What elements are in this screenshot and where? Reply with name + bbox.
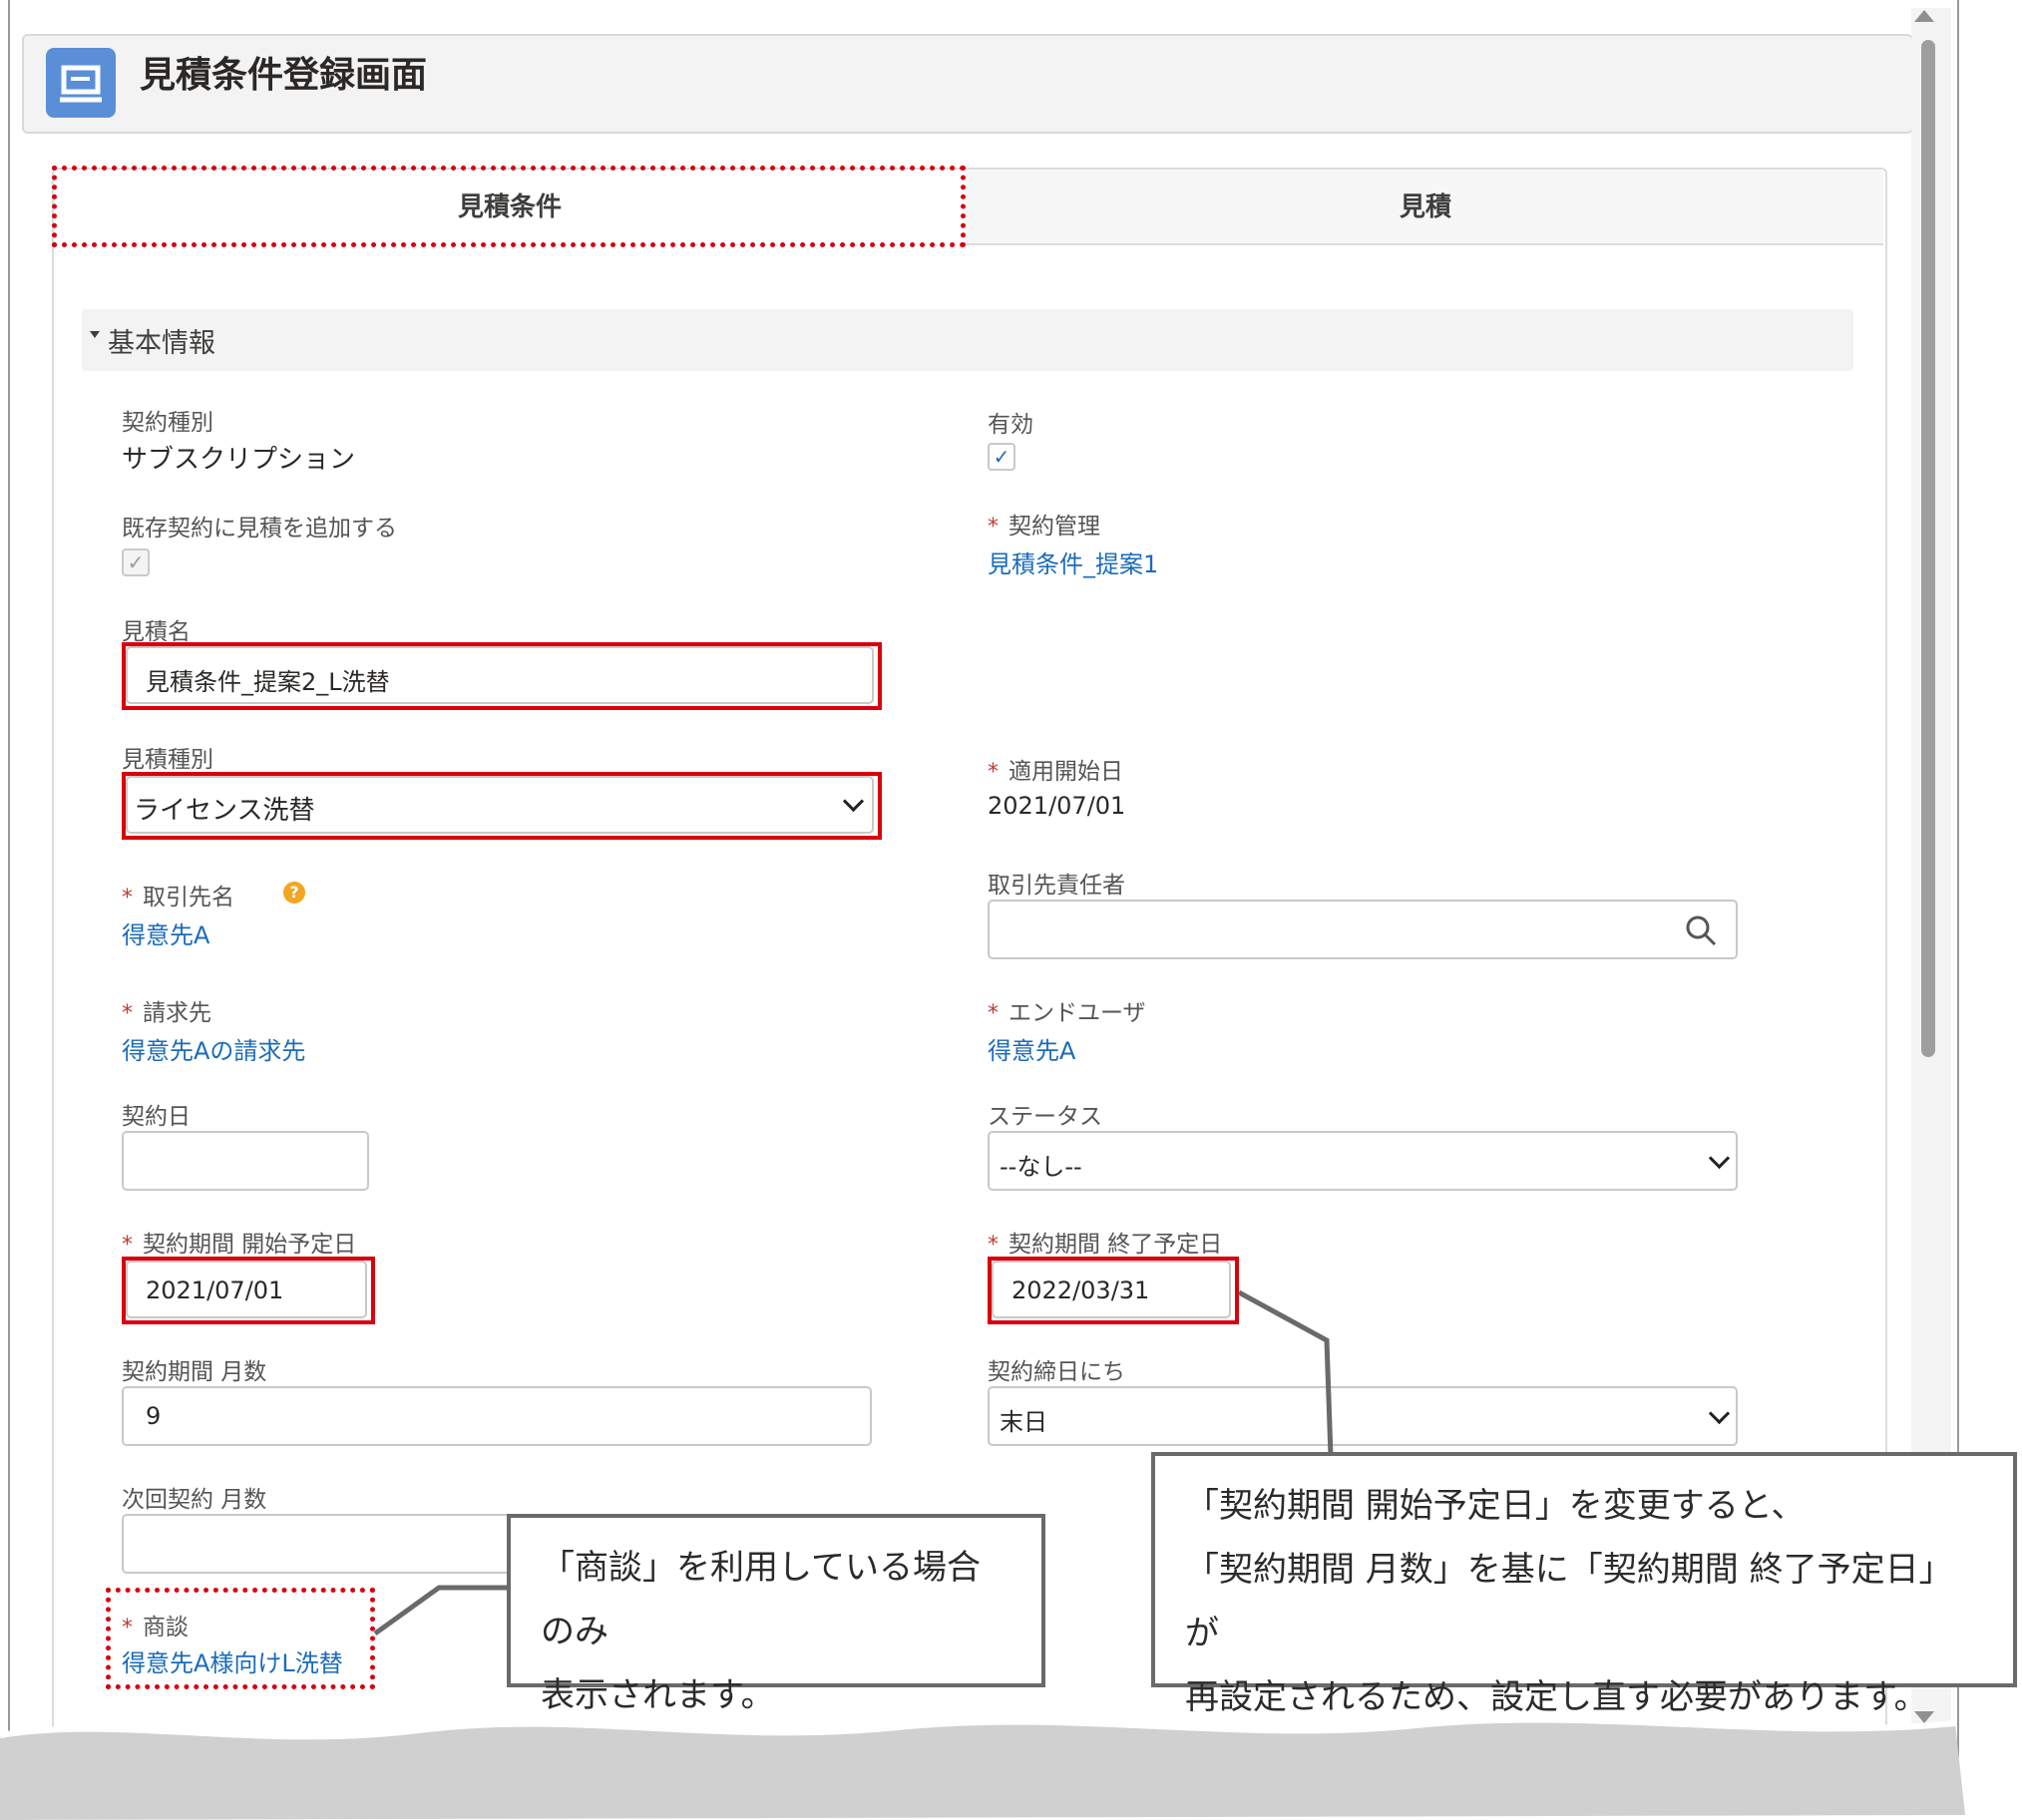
callout-line: 「商談」を利用している場合のみ bbox=[541, 1548, 981, 1651]
opportunity-callout: 「商談」を利用している場合のみ 表示されます。 bbox=[507, 1514, 1045, 1715]
callout-line: 「契約期間 開始予定日」を変更すると、 bbox=[1185, 1486, 1806, 1526]
torn-edge-decoration bbox=[0, 1716, 1965, 1820]
term-callout: 「契約期間 開始予定日」を変更すると、 「契約期間 月数」を基に「契約期間 終了… bbox=[1151, 1452, 2017, 1717]
callout-line: 「契約期間 月数」を基に「契約期間 終了予定日」が bbox=[1185, 1550, 1953, 1653]
